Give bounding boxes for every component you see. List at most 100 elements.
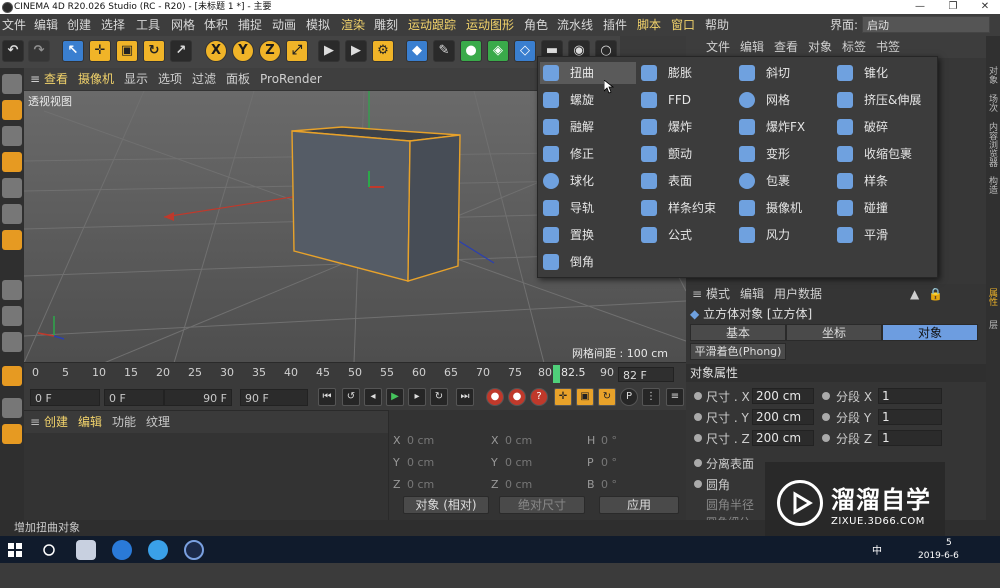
coord-size-x-field[interactable]: 0 cm (505, 434, 532, 447)
material-menu-toggle-icon[interactable]: ≡ (30, 411, 40, 433)
z-axis-lock-icon[interactable]: Z (259, 40, 281, 62)
material-menu-function[interactable]: 功能 (112, 411, 136, 433)
deformer-item-explosion-fx[interactable]: 爆炸FX (736, 116, 832, 138)
side-tab-objects[interactable]: 对象 (987, 66, 999, 84)
recent-tool-icon[interactable]: ↗ (170, 40, 192, 62)
coord-pos-z-field[interactable]: 0 cm (407, 478, 434, 491)
key-point-level-icon[interactable]: ⋮ (642, 388, 660, 406)
menu-mograph[interactable]: 运动图形 (466, 14, 514, 36)
paint-app-icon[interactable] (76, 540, 96, 560)
deformer-bend-icon[interactable]: ◇ (514, 40, 536, 62)
menu-snap[interactable]: 捕捉 (238, 14, 262, 36)
coord-pos-x-field[interactable]: 0 cm (407, 434, 434, 447)
menu-tools[interactable]: 工具 (136, 14, 160, 36)
cube-icon[interactable]: ◆ (406, 40, 428, 62)
menu-motion-tracking[interactable]: 运动跟踪 (408, 14, 456, 36)
checker-icon[interactable] (2, 398, 22, 418)
y-axis-lock-icon[interactable]: Y (232, 40, 254, 62)
scale-icon[interactable]: ▣ (116, 40, 138, 62)
deformer-item-spherify[interactable]: 球化 (540, 170, 636, 192)
x-axis-lock-icon[interactable]: X (205, 40, 227, 62)
menu-plugins[interactable]: 插件 (603, 14, 627, 36)
magnet-icon[interactable] (2, 366, 22, 386)
tweak-mode-icon[interactable] (2, 306, 22, 326)
deformer-item-spline-wrap[interactable]: 样条约束 (638, 197, 734, 219)
menu-edit[interactable]: 编辑 (34, 14, 58, 36)
side-tab-construction[interactable]: 构造 (987, 176, 999, 194)
close-button[interactable]: ✕ (970, 0, 1000, 14)
maximize-button[interactable]: ❐ (938, 0, 968, 14)
coord-rot-h-field[interactable]: 0 ° (601, 434, 617, 447)
seg-x-field[interactable]: 1 (878, 388, 942, 404)
deformer-item-surface[interactable]: 表面 (638, 170, 734, 192)
size-z-anim-dot[interactable] (694, 434, 702, 442)
deformer-item-bend[interactable]: 扭曲 (540, 62, 636, 84)
key-position-icon[interactable]: ✛ (554, 388, 572, 406)
separate-surfaces-anim-dot[interactable] (694, 459, 702, 467)
deformer-item-squash-stretch[interactable]: 挤压&伸展 (834, 89, 930, 111)
redo-icon[interactable]: ↷ (28, 40, 50, 62)
am-up-arrow-icon[interactable]: ▲ (910, 284, 919, 304)
minimize-button[interactable]: — (905, 0, 935, 14)
menu-help[interactable]: 帮助 (705, 14, 729, 36)
side-tab-takes[interactable]: 场次 (987, 94, 999, 112)
menu-sculpt[interactable]: 雕刻 (374, 14, 398, 36)
search-icon[interactable] (40, 540, 60, 560)
coord-rot-p-field[interactable]: 0 ° (601, 456, 617, 469)
om-menu-objects[interactable]: 对象 (808, 36, 832, 58)
deformer-item-wind[interactable]: 风力 (736, 224, 832, 246)
size-y-anim-dot[interactable] (694, 413, 702, 421)
previous-frame-icon[interactable]: ◂ (364, 388, 382, 406)
next-key-icon[interactable]: ↻ (430, 388, 448, 406)
deformer-item-displacer[interactable]: 置换 (540, 224, 636, 246)
deformer-item-mesh[interactable]: 网格 (736, 89, 832, 111)
coord-size-y-field[interactable]: 0 cm (505, 456, 532, 469)
autokey-icon[interactable]: ● (508, 388, 526, 406)
rotate-icon[interactable]: ↻ (143, 40, 165, 62)
om-menu-file[interactable]: 文件 (706, 36, 730, 58)
enable-axis-icon[interactable] (2, 280, 22, 300)
layout-select[interactable]: 启动 (862, 16, 990, 33)
material-menu-create[interactable]: 创建 (44, 411, 68, 433)
tab-coord[interactable]: 坐标 (786, 324, 882, 341)
deformer-item-taper[interactable]: 锥化 (834, 62, 930, 84)
timeline-menu-icon[interactable]: ≡ (666, 388, 684, 406)
menu-file[interactable]: 文件 (2, 14, 26, 36)
side-tab-layers[interactable]: 层 (987, 320, 999, 329)
deformer-item-melt[interactable]: 融解 (540, 116, 636, 138)
array-icon[interactable]: ◈ (487, 40, 509, 62)
material-menu-texture[interactable]: 纹理 (146, 411, 170, 433)
om-menu-tags[interactable]: 标签 (842, 36, 866, 58)
key-rotation-icon[interactable]: ↻ (598, 388, 616, 406)
om-menu-bookmarks[interactable]: 书签 (876, 36, 900, 58)
current-frame-field[interactable]: 82 F (618, 367, 674, 382)
deformer-item-ffd[interactable]: FFD (638, 89, 734, 111)
deformer-item-correction[interactable]: 修正 (540, 143, 636, 165)
material-menu-edit[interactable]: 编辑 (78, 411, 102, 433)
deformer-item-wrap[interactable]: 包裹 (736, 170, 832, 192)
menu-render[interactable]: 渲染 (341, 14, 365, 36)
key-parameter-icon[interactable]: P (620, 388, 638, 406)
seg-z-anim-dot[interactable] (822, 434, 830, 442)
render-settings-icon[interactable]: ⚙ (372, 40, 394, 62)
viewport-menu-display[interactable]: 显示 (124, 68, 148, 90)
windows-start-icon[interactable] (6, 540, 26, 560)
deformer-item-morph[interactable]: 变形 (736, 143, 832, 165)
timeline-ruler[interactable]: 0 5 10 15 20 25 30 35 40 45 50 55 60 65 … (24, 362, 686, 385)
snap-icon[interactable] (2, 332, 22, 352)
deformer-item-twist[interactable]: 螺旋 (540, 89, 636, 111)
go-to-start-icon[interactable]: ⏮ (318, 388, 336, 406)
live-selection-icon[interactable]: ↖ (62, 40, 84, 62)
deformer-item-shatter[interactable]: 破碎 (834, 116, 930, 138)
menu-volume[interactable]: 体积 (204, 14, 228, 36)
ime-indicator[interactable]: 中 (872, 542, 882, 557)
lock-workplane-icon[interactable] (2, 424, 22, 444)
cinema4d-taskbar-icon[interactable] (184, 540, 204, 560)
record-active-icon[interactable]: ● (486, 388, 504, 406)
seg-x-anim-dot[interactable] (822, 392, 830, 400)
seg-z-field[interactable]: 1 (878, 430, 942, 446)
am-menu-edit[interactable]: 编辑 (740, 284, 764, 304)
model-mode-icon[interactable] (2, 100, 22, 120)
tab-basic[interactable]: 基本 (690, 324, 786, 341)
start-frame-field[interactable]: 0 F (30, 389, 100, 406)
